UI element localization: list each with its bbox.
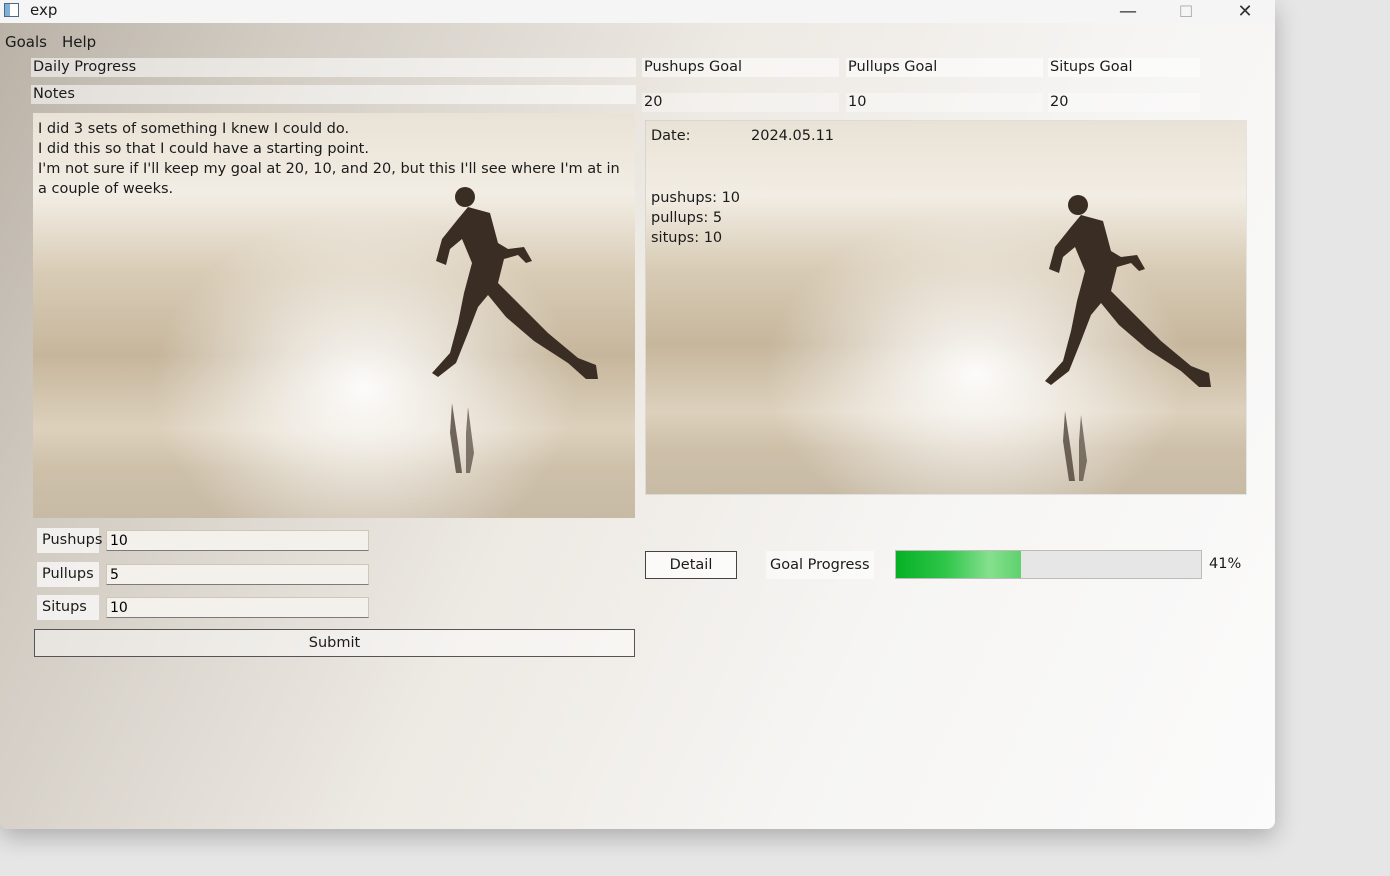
detail-pullups-line: pullups: 5: [651, 210, 723, 226]
goal-progress-fill: [896, 551, 1022, 578]
submit-button[interactable]: Submit: [34, 629, 635, 657]
notes-label: Notes: [31, 85, 636, 104]
goal-progress-bar: [895, 550, 1202, 579]
maximize-button[interactable]: ☐: [1157, 0, 1215, 23]
app-window: exp — ☐ ✕ Goals Help Daily Progress Note…: [0, 0, 1275, 829]
detail-situps-line: situps: 10: [651, 230, 723, 246]
situps-goal-header: Situps Goal: [1048, 58, 1200, 77]
pushups-goal-value: 20: [642, 93, 839, 112]
minimize-button[interactable]: —: [1099, 0, 1157, 23]
pushups-goal-header: Pushups Goal: [642, 58, 839, 77]
daily-progress-label: Daily Progress: [31, 58, 636, 77]
detail-pushups-line: pushups: 10: [651, 190, 741, 206]
close-button[interactable]: ✕: [1216, 0, 1274, 23]
pullups-goal-header: Pullups Goal: [846, 58, 1043, 77]
situps-input[interactable]: [106, 597, 369, 618]
goal-progress-label: Goal Progress: [766, 551, 874, 579]
date-label: Date:: [651, 128, 691, 144]
window-title: exp: [30, 1, 58, 19]
pullups-label: Pullups: [37, 562, 99, 587]
runner-silhouette: [432, 187, 598, 473]
situps-goal-value: 20: [1048, 93, 1200, 112]
menu-bar: Goals Help: [0, 30, 640, 54]
situps-label: Situps: [37, 595, 99, 620]
detail-panel: Date: 2024.05.11 pushups: 10 pullups: 5 …: [645, 120, 1247, 495]
detail-button[interactable]: Detail: [645, 551, 737, 579]
detail-runner-silhouette: [1045, 195, 1211, 481]
menu-goals[interactable]: Goals: [5, 33, 47, 51]
pullups-input[interactable]: [106, 564, 369, 585]
menu-help[interactable]: Help: [62, 33, 96, 51]
pullups-goal-value: 10: [846, 93, 1043, 112]
detail-lines: pushups: 10 pullups: 5 situps: 10: [651, 188, 740, 248]
title-bar[interactable]: exp — ☐ ✕: [0, 0, 1275, 23]
pushups-label: Pushups: [37, 528, 102, 553]
notes-textbox[interactable]: I did 3 sets of something I knew I could…: [33, 113, 635, 518]
notes-text: I did 3 sets of something I knew I could…: [38, 121, 620, 197]
pushups-input[interactable]: [106, 530, 369, 551]
date-value: 2024.05.11: [751, 128, 835, 144]
app-icon: [4, 3, 19, 17]
goal-progress-percent: 41%: [1209, 556, 1242, 572]
